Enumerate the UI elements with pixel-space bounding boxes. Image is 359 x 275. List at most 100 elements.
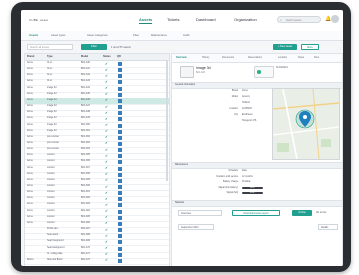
detail-tab-notes[interactable]: Notes [298,56,304,59]
cell-model: B21-A45 [81,92,90,95]
qr-icon[interactable] [118,197,122,202]
header-search-input[interactable]: ⌕ Search assets... [277,16,321,23]
statistics-section-header[interactable]: Statistics [172,200,342,207]
cell-brand: Acme [27,117,33,120]
qr-icon[interactable] [118,160,122,165]
field-value: Eindhoven [242,114,253,116]
location-map[interactable] [272,88,340,160]
detail-tab-reservations[interactable]: Reservations [248,56,262,59]
qr-icon[interactable] [118,141,122,146]
cell-type: image 3d [47,86,57,89]
nav-tickets[interactable]: Tickets [167,17,180,22]
filter-button[interactable]: Filter [81,44,107,50]
asset-date: 11/04/2021 [276,66,288,69]
nav-assets[interactable]: Assets [139,17,153,24]
field-value: Hoogeind 178 [242,120,257,122]
nav-organization[interactable]: Organization [234,17,257,22]
cell-model: B21-A71 [81,252,90,255]
qr-icon[interactable] [118,191,122,196]
detail-tab-history[interactable]: History [202,56,209,59]
more-button[interactable]: More [301,44,319,50]
col-header-status[interactable]: Status [103,55,111,58]
status-check-icon: ✔ [105,209,108,214]
qr-icon[interactable] [118,68,122,73]
qr-icon[interactable] [118,215,122,220]
tab-asset-categories[interactable]: Asset categories [87,33,108,37]
qr-icon[interactable] [118,80,122,85]
col-header-brand[interactable]: Brand [27,55,34,58]
no-errors-chip[interactable]: No errors [316,211,326,214]
detail-tab-documents[interactable]: Documents [222,56,234,59]
maintenance-label: Signal (low battery) [218,186,238,189]
status-check-icon: ✔ [105,86,108,91]
qr-icon[interactable] [118,98,122,103]
cell-model: B21-A53 [81,141,90,144]
qr-icon[interactable] [118,228,122,233]
qr-icon[interactable] [118,92,122,97]
new-asset-button[interactable]: + New asset [273,44,297,50]
cell-type: pos counter [47,148,60,151]
qr-icon[interactable] [118,135,122,140]
tab-files[interactable]: Files [133,33,139,37]
download-report-button[interactable]: Download asset report [232,210,280,216]
nav-dashboard[interactable]: Dashboard [196,17,216,22]
cell-brand: Acme [27,74,33,77]
cell-model: B21-A72 [81,258,90,261]
details-select[interactable]: Details [318,224,338,230]
qr-icon[interactable] [118,203,122,208]
detail-tab-location[interactable]: Location [278,56,287,59]
qr-icon[interactable] [118,221,122,226]
col-header-model[interactable]: Model [81,55,88,58]
assets-table: Brand Type Model Status QR Acme Cl-xx B21-… [24,53,170,266]
cell-model: B21-A60 [81,185,90,187]
qr-icon[interactable] [118,62,122,66]
status-check-icon: ✔ [105,166,108,171]
qr-icon[interactable] [118,154,122,159]
col-header-qr[interactable]: QR [117,55,121,58]
status-check-icon: ✔ [105,184,108,189]
app-logo[interactable]: CUBE asset [27,17,48,23]
status-check-icon: ✔ [105,221,108,226]
qr-icon[interactable] [118,252,122,257]
statistics-select[interactable]: Overview [178,210,222,216]
detail-tab-overview[interactable]: Overview [176,56,187,59]
tab-maintenance[interactable]: Maintenance [151,33,167,37]
qr-icon[interactable] [118,258,122,263]
status-check-icon: ✔ [105,233,108,238]
status-check-icon: ✔ [105,141,108,146]
qr-icon[interactable] [118,117,122,122]
qr-icon[interactable] [118,209,122,214]
qr-icon[interactable] [118,166,122,171]
date-select[interactable]: September 2021 [178,224,214,230]
online-chip[interactable]: Online [292,210,312,216]
maintenance-section-header[interactable]: Maintenance [172,162,342,169]
maintenance-label: Battery charge [223,181,238,184]
tab-audit[interactable]: Audit [183,33,189,37]
qr-icon[interactable] [118,234,122,239]
tab-asset-types[interactable]: Asset types [51,33,65,37]
qr-icon[interactable] [118,240,122,245]
qr-icon[interactable] [118,148,122,153]
table-row[interactable]: Bolton Ship and Boom B21-A72 ✔ [25,258,169,265]
qr-icon[interactable] [118,74,122,79]
qr-icon[interactable] [118,129,122,134]
tab-assets[interactable]: Assets [29,33,38,37]
qr-icon[interactable] [118,86,122,91]
qr-icon[interactable] [118,178,122,183]
cell-model: B21-A52 [81,135,90,138]
table-scrollbar[interactable] [166,61,168,181]
maintenance-label: Duration until service [216,175,238,178]
status-check-icon: ✔ [105,172,108,177]
col-header-type[interactable]: Type [47,55,53,58]
cell-type: counter [47,215,55,218]
avatar[interactable] [331,15,339,23]
qr-icon[interactable] [118,105,122,110]
qr-icon[interactable] [118,111,122,116]
qr-icon[interactable] [118,246,122,251]
qr-icon[interactable] [118,185,122,189]
asset-search-input[interactable]: Search all assets [27,44,73,50]
cell-brand: Acme [27,185,33,187]
detail-tab-files[interactable]: Files [314,56,319,59]
qr-icon[interactable] [118,172,122,177]
qr-icon[interactable] [118,123,122,128]
